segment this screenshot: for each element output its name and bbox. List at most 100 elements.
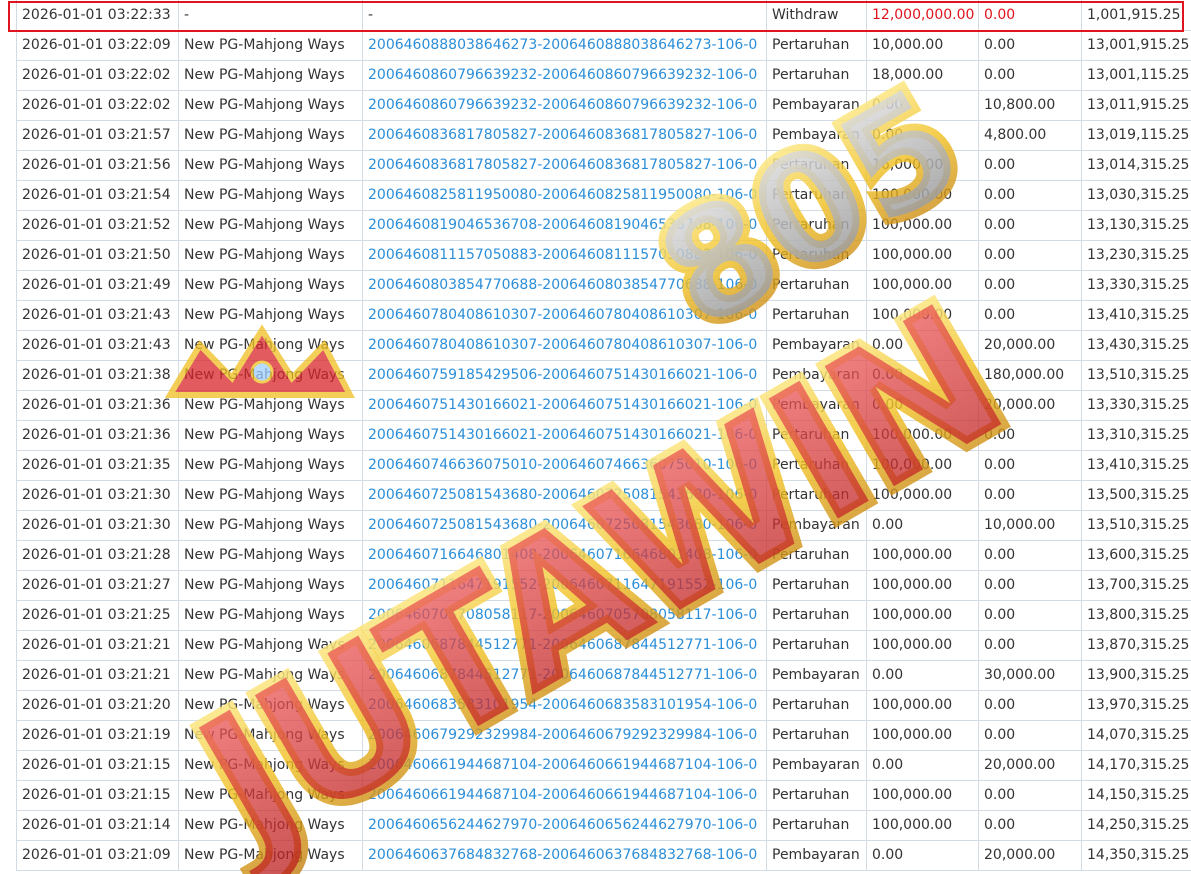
cell-game: New PG-Mahjong Ways (178, 720, 363, 751)
cell-balance: 13,330,315.25 (1081, 390, 1191, 421)
cell-game: New PG-Mahjong Ways (178, 780, 363, 811)
cell-debit: 100,000.00 (866, 180, 979, 211)
cell-datetime: 2026-01-01 03:21:43 (16, 300, 179, 331)
cell-transaction-ref[interactable]: 2006460637684832768-2006460637684832768-… (362, 840, 767, 871)
cell-debit: 100,000.00 (866, 600, 979, 631)
cell-transaction-ref[interactable]: 2006460825811950080-2006460825811950080-… (362, 180, 767, 211)
cell-credit: 0.00 (978, 540, 1082, 571)
cell-transaction-ref[interactable]: 2006460746636075010-2006460746636075010-… (362, 450, 767, 481)
cell-credit: 0.00 (978, 420, 1082, 451)
table-row: 2026-01-01 03:21:36 New PG-Mahjong Ways 20… (16, 420, 1191, 451)
cell-transaction-ref[interactable]: 2006460687844512771-2006460687844512771-… (362, 660, 767, 691)
cell-type: Pertaruhan (766, 270, 867, 301)
cell-game: New PG-Mahjong Ways (178, 270, 363, 301)
cell-type: Pembayaran (766, 330, 867, 361)
cell-debit: 0.00 (866, 510, 979, 541)
cell-transaction-ref[interactable]: 2006460888038646273-2006460888038646273-… (362, 30, 767, 61)
cell-transaction-ref[interactable]: 2006460661944687104-2006460661944687104-… (362, 780, 767, 811)
cell-debit: 100,000.00 (866, 450, 979, 481)
cell-transaction-ref[interactable]: 2006460687844512771-2006460687844512771-… (362, 630, 767, 661)
cell-debit: 100,000.00 (866, 720, 979, 751)
cell-transaction-ref[interactable]: 2006460780408610307-2006460780408610307-… (362, 300, 767, 331)
cell-transaction-ref[interactable]: 2006460811157050883-2006460811157050883-… (362, 240, 767, 271)
table-row: 2026-01-01 03:21:14 New PG-Mahjong Ways 20… (16, 810, 1191, 841)
cell-type: Pembayaran (766, 90, 867, 121)
cell-transaction-ref[interactable]: 2006460759185429506-2006460751430166021-… (362, 360, 767, 391)
cell-type: Pertaruhan (766, 540, 867, 571)
table-row: 2026-01-01 03:21:57 New PG-Mahjong Ways 20… (16, 120, 1191, 151)
cell-type: Pembayaran (766, 390, 867, 421)
cell-game: New PG-Mahjong Ways (178, 480, 363, 511)
cell-type: Pembayaran (766, 120, 867, 151)
cell-balance: 13,130,315.25 (1081, 210, 1191, 241)
cell-game: New PG-Mahjong Ways (178, 570, 363, 601)
cell-transaction-ref[interactable]: 2006460751430166021-2006460751430166021-… (362, 420, 767, 451)
cell-balance: 13,510,315.25 (1081, 510, 1191, 541)
cell-credit: 0.00 (978, 780, 1082, 811)
cell-transaction-ref[interactable]: 2006460860796639232-2006460860796639232-… (362, 60, 767, 91)
table-row: 2026-01-01 03:21:56 New PG-Mahjong Ways 20… (16, 150, 1191, 181)
cell-game: New PG-Mahjong Ways (178, 840, 363, 871)
cell-transaction-ref[interactable]: 2006460803854770688-2006460803854770688-… (362, 270, 767, 301)
cell-datetime: 2026-01-01 03:22:02 (16, 90, 179, 121)
cell-transaction-ref[interactable]: 2006460679292329984-2006460679292329984-… (362, 720, 767, 751)
cell-debit: 10,000.00 (866, 30, 979, 61)
cell-debit: 0.00 (866, 390, 979, 421)
cell-transaction-ref[interactable]: 2006460656244627970-2006460656244627970-… (362, 810, 767, 841)
cell-transaction-ref[interactable]: 2006460836817805827-2006460836817805827-… (362, 150, 767, 181)
cell-balance: 13,430,315.25 (1081, 330, 1191, 361)
cell-transaction-ref[interactable]: 2006460725081543680-2006460725081543680-… (362, 510, 767, 541)
cell-credit: 0.00 (978, 30, 1082, 61)
cell-transaction-ref[interactable]: 2006460705708058117-2006460705708058117-… (362, 600, 767, 631)
cell-type: Pembayaran (766, 840, 867, 871)
cell-credit: 4,800.00 (978, 120, 1082, 151)
cell-debit: 100,000.00 (866, 210, 979, 241)
cell-credit: 0.00 (978, 0, 1082, 31)
cell-transaction-ref[interactable]: 2006460725081543680-2006460725081543680-… (362, 480, 767, 511)
cell-datetime: 2026-01-01 03:21:43 (16, 330, 179, 361)
table-row: 2026-01-01 03:22:33- - Withdraw 12,000,000.… (16, 0, 1191, 31)
cell-transaction-ref[interactable]: 2006460711647191552-2006460711647191552-… (362, 570, 767, 601)
cell-type: Pertaruhan (766, 180, 867, 211)
table-row: 2026-01-01 03:21:15 New PG-Mahjong Ways 20… (16, 780, 1191, 811)
cell-balance: 1,001,915.25 (1081, 0, 1191, 31)
cell-debit: 100,000.00 (866, 690, 979, 721)
cell-credit: 0.00 (978, 240, 1082, 271)
cell-transaction-ref[interactable]: 2006460836817805827-2006460836817805827-… (362, 120, 767, 151)
cell-transaction-ref[interactable]: 2006460780408610307-2006460780408610307-… (362, 330, 767, 361)
cell-debit: 100,000.00 (866, 780, 979, 811)
cell-credit: 0.00 (978, 630, 1082, 661)
table-row: 2026-01-01 03:21:52 New PG-Mahjong Ways 20… (16, 210, 1191, 241)
table-row: 2026-01-01 03:21:43 New PG-Mahjong Ways 20… (16, 330, 1191, 361)
cell-debit: 0.00 (866, 360, 979, 391)
cell-datetime: 2026-01-01 03:21:15 (16, 780, 179, 811)
cell-transaction-ref[interactable]: 2006460683583101954-2006460683583101954-… (362, 690, 767, 721)
table-row: 2026-01-01 03:21:30 New PG-Mahjong Ways 20… (16, 510, 1191, 541)
cell-debit: 100,000.00 (866, 630, 979, 661)
cell-datetime: 2026-01-01 03:21:56 (16, 150, 179, 181)
cell-transaction-ref[interactable]: 2006460661944687104-2006460661944687104-… (362, 750, 767, 781)
cell-transaction-ref[interactable]: 2006460819046536708-2006460819046536708-… (362, 210, 767, 241)
table-row: 2026-01-01 03:21:36 New PG-Mahjong Ways 20… (16, 390, 1191, 421)
cell-credit: 20,000.00 (978, 330, 1082, 361)
cell-type: Pertaruhan (766, 570, 867, 601)
cell-debit: 100,000.00 (866, 570, 979, 601)
cell-transaction-ref[interactable]: 2006460860796639232-2006460860796639232-… (362, 90, 767, 121)
cell-type: Pertaruhan (766, 210, 867, 241)
table-row: 2026-01-01 03:21:38 New PG-Mahjong Ways 20… (16, 360, 1191, 391)
cell-datetime: 2026-01-01 03:21:30 (16, 510, 179, 541)
cell-balance: 13,700,315.25 (1081, 570, 1191, 601)
table-row: 2026-01-01 03:21:54 New PG-Mahjong Ways 20… (16, 180, 1191, 211)
cell-game: - (178, 0, 363, 31)
table-row: 2026-01-01 03:21:21 New PG-Mahjong Ways 20… (16, 660, 1191, 691)
cell-debit: 0.00 (866, 750, 979, 781)
cell-datetime: 2026-01-01 03:21:15 (16, 750, 179, 781)
cell-type: Pertaruhan (766, 300, 867, 331)
cell-transaction-ref[interactable]: 2006460716646801408-2006460716646801408-… (362, 540, 767, 571)
cell-debit: 100,000.00 (866, 270, 979, 301)
cell-game: New PG-Mahjong Ways (178, 360, 363, 391)
cell-transaction-ref[interactable]: 2006460751430166021-2006460751430166021-… (362, 390, 767, 421)
cell-game: New PG-Mahjong Ways (178, 120, 363, 151)
cell-credit: 30,000.00 (978, 660, 1082, 691)
cell-balance: 13,310,315.25 (1081, 420, 1191, 451)
